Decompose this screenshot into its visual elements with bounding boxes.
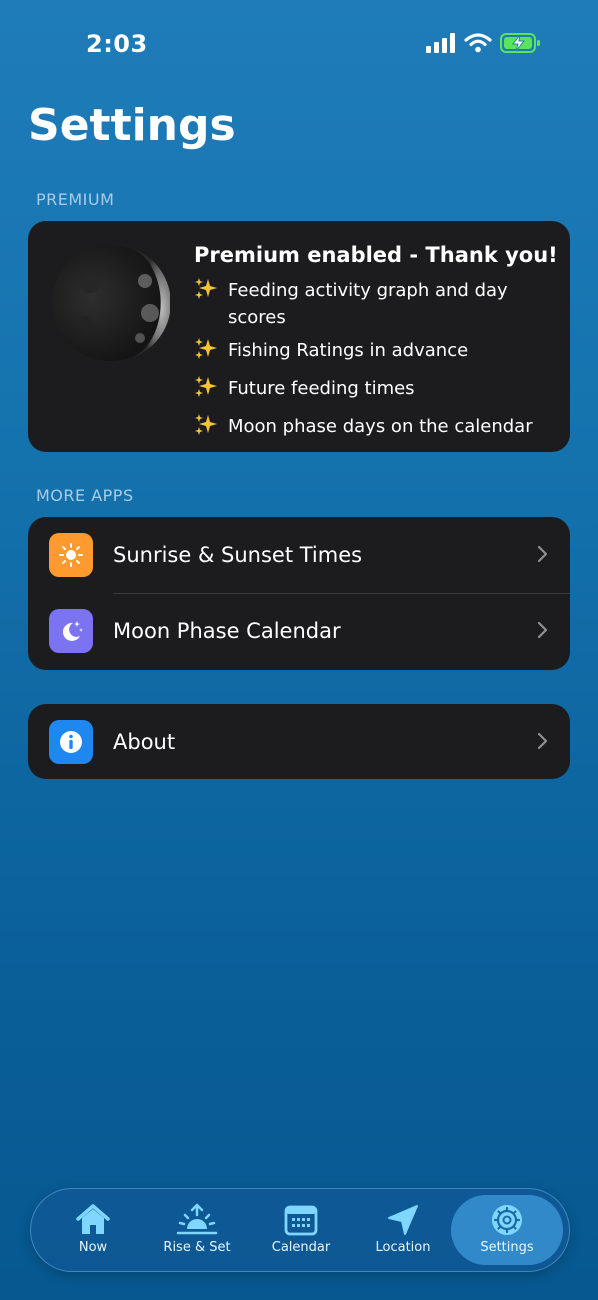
tab-settings[interactable]: Settings	[455, 1189, 559, 1271]
more-apps-item-sunrise-sunset[interactable]: Sunrise & Sunset Times	[28, 517, 570, 594]
sparkles-icon	[194, 375, 228, 407]
more-apps-section-header: MORE APPS	[36, 486, 134, 505]
sparkles-icon	[194, 277, 228, 331]
premium-feature: Fishing Ratings in advance	[194, 337, 564, 369]
premium-feature-text: Fishing Ratings in advance	[228, 340, 469, 361]
premium-feature-text: Feeding activity graph and day scores	[228, 280, 508, 328]
moon-image	[52, 245, 170, 361]
premium-section-header: PREMIUM	[36, 190, 115, 209]
house-icon	[74, 1203, 112, 1237]
premium-text: Premium enabled - Thank you! Feeding act…	[194, 243, 564, 451]
about-label: About	[113, 729, 176, 754]
tab-now[interactable]: Now	[41, 1189, 145, 1271]
tab-label: Location	[375, 1240, 431, 1255]
about-row[interactable]: About	[28, 704, 570, 779]
premium-title: Premium enabled - Thank you!	[194, 243, 558, 267]
status-icons	[426, 32, 542, 54]
status-time: 2:03	[86, 30, 148, 58]
page-title: Settings	[28, 100, 236, 151]
premium-feature-text: Future feeding times	[228, 378, 415, 399]
moon-stars-icon	[49, 609, 93, 653]
sunrise-icon	[176, 1203, 218, 1237]
tab-label: Rise & Set	[163, 1240, 231, 1255]
location-arrow-icon	[386, 1203, 420, 1237]
tab-bar: Now Rise & Set Calendar Location Setting…	[30, 1188, 570, 1272]
premium-feature: Moon phase days on the calendar	[194, 413, 564, 445]
tab-label: Now	[78, 1240, 108, 1255]
chevron-right-icon	[537, 621, 548, 639]
premium-feature-text: Moon phase days on the calendar	[228, 416, 533, 437]
chevron-right-icon	[537, 545, 548, 563]
premium-feature: Feeding activity graph and day scores	[194, 277, 564, 331]
premium-card: Premium enabled - Thank you! Feeding act…	[28, 221, 570, 452]
tab-label: Settings	[480, 1240, 534, 1255]
more-apps-item-moon-phase-calendar[interactable]: Moon Phase Calendar	[28, 593, 570, 669]
gear-icon	[490, 1203, 524, 1237]
wifi-icon	[464, 33, 492, 53]
battery-charging-icon	[500, 33, 540, 53]
about-card: About	[28, 704, 570, 779]
status-bar: 2:03	[0, 0, 598, 90]
more-apps-item-label: Sunrise & Sunset Times	[113, 543, 363, 567]
cellular-signal-icon	[426, 33, 455, 53]
calendar-icon	[284, 1203, 318, 1237]
info-icon	[49, 720, 93, 764]
sun-icon	[49, 533, 93, 577]
more-apps-card: Sunrise & Sunset Times Moon Phase Calend…	[28, 517, 570, 670]
sparkles-icon	[194, 337, 228, 369]
tab-label: Calendar	[271, 1240, 331, 1255]
more-apps-item-label: Moon Phase Calendar	[113, 619, 341, 643]
chevron-right-icon	[537, 732, 548, 750]
tab-location[interactable]: Location	[351, 1189, 455, 1271]
premium-feature: Future feeding times	[194, 375, 564, 407]
tab-rise-set[interactable]: Rise & Set	[145, 1189, 249, 1271]
tab-calendar[interactable]: Calendar	[249, 1189, 353, 1271]
sparkles-icon	[194, 413, 228, 445]
